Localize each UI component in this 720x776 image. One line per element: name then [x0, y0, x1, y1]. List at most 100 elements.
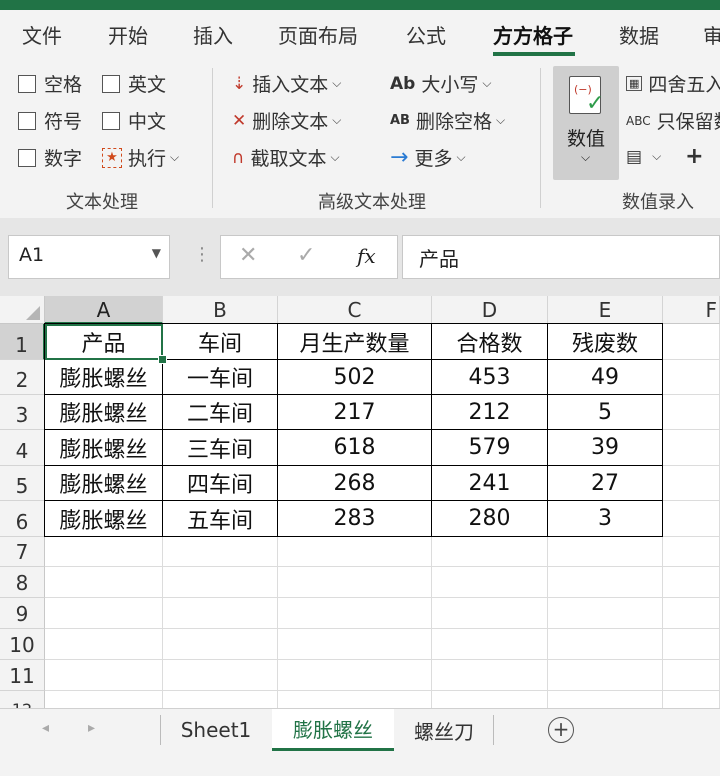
empty-cell[interactable] [663, 466, 720, 501]
cancel-icon[interactable]: ✕ [239, 243, 257, 268]
delete-text-button[interactable]: ✕ 删除文本 ⌵ [232, 107, 341, 134]
table-cell[interactable]: 280 [431, 500, 548, 537]
plus-icon[interactable]: + [685, 144, 703, 169]
empty-cell[interactable] [663, 395, 720, 430]
column-header[interactable]: B [163, 296, 278, 324]
table-header-cell[interactable]: 合格数 [431, 323, 548, 360]
select-all-corner[interactable] [0, 296, 45, 324]
confirm-icon[interactable]: ✓ [297, 243, 315, 268]
table-cell[interactable]: 283 [277, 500, 432, 537]
empty-cell[interactable] [278, 660, 432, 691]
case-button[interactable]: Ab 大小写 ⌵ [390, 70, 491, 97]
formula-input[interactable]: 产品 [402, 235, 720, 279]
execute-button[interactable]: ★ 执行 ⌵ [102, 144, 179, 171]
empty-cell[interactable] [278, 567, 432, 598]
row-header[interactable]: 7 [0, 537, 45, 567]
row-header[interactable]: 10 [0, 629, 45, 660]
row-header[interactable]: 8 [0, 567, 45, 598]
empty-cell[interactable] [163, 537, 278, 567]
empty-cell[interactable] [45, 537, 163, 567]
checkbox-english[interactable]: 英文 [102, 70, 166, 97]
table-cell[interactable]: 212 [431, 394, 548, 430]
name-box[interactable]: A1 ▼ [8, 235, 170, 279]
row-header[interactable]: 3 [0, 395, 45, 430]
sheet-tab-active[interactable]: 膨胀螺丝 [272, 709, 394, 751]
empty-cell[interactable] [278, 537, 432, 567]
table-cell[interactable]: 膨胀螺丝 [44, 394, 163, 430]
empty-cell[interactable] [278, 598, 432, 629]
empty-cell[interactable] [45, 629, 163, 660]
empty-cell[interactable] [278, 629, 432, 660]
table-cell[interactable]: 五车间 [162, 500, 278, 537]
row-header[interactable]: 11 [0, 660, 45, 691]
sheet-tab[interactable]: Sheet1 [162, 709, 270, 751]
empty-cell[interactable] [163, 598, 278, 629]
table-cell[interactable]: 241 [431, 465, 548, 501]
chevron-down-icon[interactable]: ▼ [152, 246, 161, 260]
fx-icon[interactable]: fx [357, 244, 376, 268]
row-header[interactable]: 12 [0, 691, 45, 708]
tab-home[interactable]: 开始 [108, 20, 148, 49]
row-header[interactable]: 4 [0, 430, 45, 466]
empty-cell[interactable] [278, 691, 432, 708]
empty-cell[interactable] [45, 598, 163, 629]
sheet-tab[interactable]: 螺丝刀 [396, 709, 492, 751]
table-cell[interactable]: 3 [547, 500, 663, 537]
column-header[interactable]: D [432, 296, 548, 324]
keep-number-button[interactable]: ABC只保留数 [626, 107, 720, 134]
row-header[interactable]: 1 [0, 324, 45, 360]
tab-review[interactable]: 审 [703, 20, 720, 49]
checkbox-space[interactable]: 空格 [18, 70, 82, 97]
insert-text-button[interactable]: ⇣ 插入文本 ⌵ [232, 70, 341, 97]
tab-file[interactable]: 文件 [22, 20, 62, 49]
empty-cell[interactable] [163, 691, 278, 708]
table-cell[interactable]: 一车间 [162, 359, 278, 395]
row-header[interactable]: 6 [0, 501, 45, 537]
scroll-left-icon[interactable]: ◂ [42, 720, 49, 736]
empty-cell[interactable] [663, 537, 720, 567]
empty-cell[interactable] [432, 598, 548, 629]
empty-cell[interactable] [548, 691, 663, 708]
row-header[interactable]: 9 [0, 598, 45, 629]
tab-data[interactable]: 数据 [619, 20, 659, 49]
empty-cell[interactable] [432, 660, 548, 691]
table-header-cell[interactable]: 月生产数量 [277, 323, 432, 360]
empty-cell[interactable] [45, 691, 163, 708]
empty-cell[interactable] [663, 691, 720, 708]
column-header[interactable]: F [663, 296, 720, 324]
empty-cell[interactable] [432, 567, 548, 598]
empty-cell[interactable] [432, 537, 548, 567]
column-header[interactable]: C [278, 296, 432, 324]
empty-cell[interactable] [663, 324, 720, 360]
tab-page-layout[interactable]: 页面布局 [278, 20, 358, 49]
table-header-cell[interactable]: 残废数 [547, 323, 663, 360]
empty-cell[interactable] [663, 629, 720, 660]
fill-format-dropdown[interactable]: ▤ ⌵ + [626, 144, 704, 169]
column-header[interactable]: E [548, 296, 663, 324]
fill-handle[interactable] [158, 355, 167, 364]
table-cell[interactable]: 四车间 [162, 465, 278, 501]
table-cell[interactable]: 579 [431, 429, 548, 466]
empty-cell[interactable] [663, 430, 720, 466]
table-header-cell[interactable]: 车间 [162, 323, 278, 360]
add-sheet-icon[interactable]: + [548, 717, 574, 743]
table-cell[interactable]: 5 [547, 394, 663, 430]
tab-insert[interactable]: 插入 [193, 20, 233, 49]
empty-cell[interactable] [45, 660, 163, 691]
table-cell[interactable]: 217 [277, 394, 432, 430]
numeric-button[interactable]: (−) ✓ 数值 ⌵ [553, 66, 619, 180]
extract-text-button[interactable]: ∩ 截取文本 ⌵ [232, 144, 340, 171]
row-header[interactable]: 2 [0, 360, 45, 395]
empty-cell[interactable] [548, 598, 663, 629]
empty-cell[interactable] [432, 691, 548, 708]
tab-formulas[interactable]: 公式 [406, 20, 446, 49]
empty-cell[interactable] [548, 567, 663, 598]
empty-cell[interactable] [45, 567, 163, 598]
scroll-right-icon[interactable]: ▸ [88, 720, 95, 736]
empty-cell[interactable] [663, 598, 720, 629]
empty-cell[interactable] [163, 629, 278, 660]
checkbox-number[interactable]: 数字 [18, 144, 82, 171]
empty-cell[interactable] [663, 567, 720, 598]
column-header[interactable]: A [45, 296, 163, 324]
table-cell[interactable]: 49 [547, 359, 663, 395]
